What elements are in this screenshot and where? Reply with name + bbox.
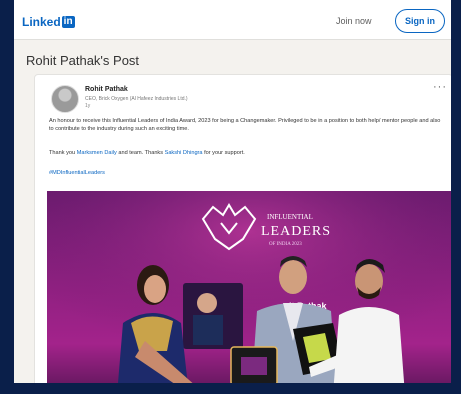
top-navigation: Linked in Join now Sign in xyxy=(14,0,451,40)
logo-badge: in xyxy=(61,16,75,28)
award-photo-svg: INFLUENTIAL LEADERS OF INDIA 2023 it Pat… xyxy=(47,191,451,383)
post-time: 1y xyxy=(85,103,91,109)
more-options-icon[interactable]: ··· xyxy=(433,81,447,93)
thanks-text-2: and team. Thanks xyxy=(116,150,165,156)
mention-link-1[interactable]: Marksmen Daily xyxy=(77,150,117,156)
thanks-text-1: Thank you xyxy=(49,150,77,156)
thanks-text-3: for your support. xyxy=(202,150,245,156)
award-title: LEADERS xyxy=(261,224,331,239)
post-body-paragraph: An honour to receive this Influential Le… xyxy=(49,118,441,132)
post-card: Rohit Pathak CEO, Brick Oxygen (Al Hafee… xyxy=(34,74,451,383)
join-now-link[interactable]: Join now xyxy=(336,16,372,26)
mention-link-2[interactable]: Sakshi Dhingra xyxy=(165,150,203,156)
logo-text: Linked xyxy=(22,15,61,29)
linkedin-window: Linked in Join now Sign in Rohit Pathak's… xyxy=(14,0,451,383)
post-image[interactable]: INFLUENTIAL LEADERS OF INDIA 2023 it Pat… xyxy=(47,191,451,383)
author-name[interactable]: Rohit Pathak xyxy=(85,86,128,93)
sign-in-button[interactable]: Sign in xyxy=(395,9,445,33)
page-title: Rohit Pathak's Post xyxy=(26,53,140,68)
award-plaque-inner xyxy=(241,357,267,375)
award-subtitle-top: INFLUENTIAL xyxy=(267,213,313,221)
author-headline: CEO, Brick Oxygen (Al Hafeez Industries … xyxy=(85,96,188,102)
author-avatar[interactable] xyxy=(51,85,79,113)
hashtag-link[interactable]: #MDInfluentialLeaders xyxy=(49,169,441,177)
screen-portrait xyxy=(197,293,217,313)
award-subtitle: OF INDIA 2023 xyxy=(269,242,302,247)
screen-portrait-suit xyxy=(193,315,223,345)
post-thanks-line: Thank you Marksmen Daily and team. Thank… xyxy=(49,149,441,157)
linkedin-logo[interactable]: Linked in xyxy=(22,15,75,29)
